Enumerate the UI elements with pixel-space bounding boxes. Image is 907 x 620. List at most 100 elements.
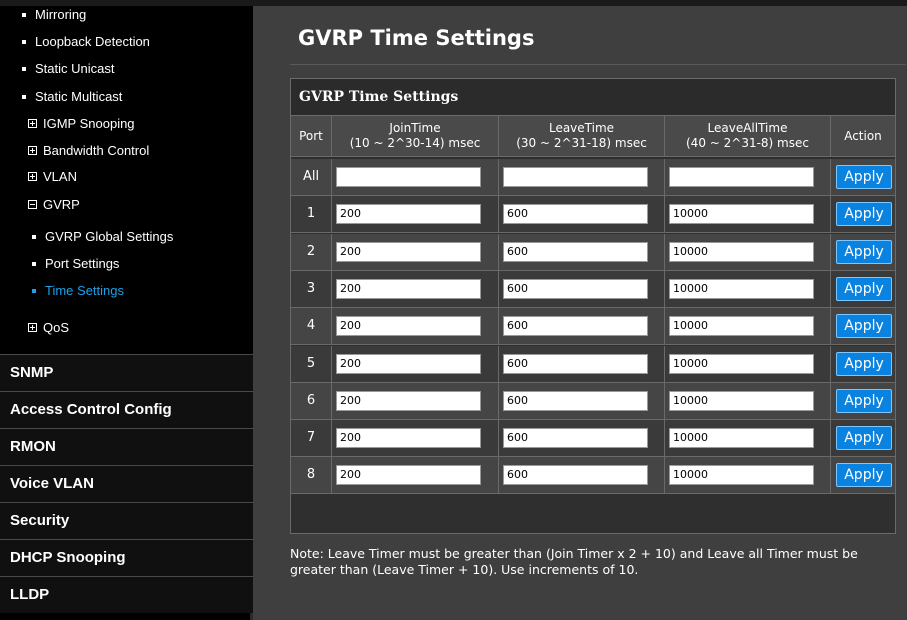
table-row: 8 200 600 10000 Apply — [291, 457, 895, 495]
header-port: Port — [291, 116, 331, 156]
sidebar-item-loopback-detection[interactable]: Loopback Detection — [22, 33, 150, 51]
sidebar-item-bandwidth-control[interactable]: Bandwidth Control — [28, 142, 149, 160]
leaveall-cell — [664, 159, 830, 195]
leave-time-input[interactable]: 600 — [503, 316, 648, 337]
join-time-input[interactable]: 200 — [336, 278, 481, 299]
leave-cell: 600 — [498, 420, 664, 457]
table-row: 4 200 600 10000 Apply — [291, 308, 895, 346]
table-row: 2 200 600 10000 Apply — [291, 233, 895, 271]
leave-time-input[interactable]: 600 — [503, 465, 648, 486]
sidebar-item-static-multicast[interactable]: Static Multicast — [22, 88, 122, 106]
action-cell: Apply — [830, 196, 895, 233]
page-title: GVRP Time Settings — [298, 26, 535, 50]
leaveall-time-input[interactable]: 10000 — [669, 241, 814, 262]
leave-time-input[interactable]: 600 — [503, 390, 648, 411]
leave-time-input[interactable]: 600 — [503, 428, 648, 449]
leave-time-input[interactable]: 600 — [503, 278, 648, 299]
sidebar-item-static-unicast[interactable]: Static Unicast — [22, 60, 114, 78]
sidebar-item-label: Mirroring — [35, 7, 87, 22]
port-cell: 4 — [306, 318, 316, 334]
sidebar-category-access-control-config[interactable]: Access Control Config — [0, 391, 253, 428]
leaveall-time-input[interactable]: 10000 — [669, 316, 814, 337]
sidebar-item-label: Loopback Detection — [35, 34, 150, 49]
header-port-label: Port — [299, 128, 323, 143]
leaveall-cell: 10000 — [664, 345, 830, 382]
sidebar-item-label: VLAN — [43, 169, 77, 184]
bullet-icon — [32, 288, 36, 293]
join-cell: 200 — [331, 196, 498, 233]
sidebar-category-security[interactable]: Security — [0, 502, 253, 539]
apply-button[interactable]: Apply — [836, 388, 892, 413]
sidebar-item-time-settings[interactable]: Time Settings — [32, 282, 124, 300]
leaveall-time-input[interactable]: 10000 — [669, 390, 814, 411]
port-cell: 2 — [306, 243, 316, 259]
sidebar-category-voice-vlan[interactable]: Voice VLAN — [0, 465, 253, 502]
apply-button[interactable]: Apply — [836, 239, 892, 264]
expand-icon — [28, 172, 37, 182]
sidebar-item-igmp-snooping[interactable]: IGMP Snooping — [28, 115, 135, 133]
app-root: Mirroring Loopback Detection Static Unic… — [0, 0, 907, 620]
leaveall-time-input[interactable]: 10000 — [669, 428, 814, 449]
sidebar-item-qos[interactable]: QoS — [28, 319, 69, 337]
apply-button[interactable]: Apply — [836, 314, 892, 339]
sidebar-item-vlan[interactable]: VLAN — [28, 168, 77, 186]
apply-button[interactable]: Apply — [836, 276, 892, 301]
apply-button[interactable]: Apply — [836, 351, 892, 376]
bullet-icon — [22, 66, 26, 71]
join-time-input[interactable]: 200 — [336, 204, 481, 225]
leave-cell: 600 — [498, 382, 664, 419]
sidebar-item-gvrp-global-settings[interactable]: GVRP Global Settings — [32, 228, 173, 246]
sidebar-subnav: Mirroring Loopback Detection Static Unic… — [0, 6, 253, 354]
header-leaveall-time: LeaveAllTime (40 ~ 2^31-8) msec — [664, 116, 830, 156]
sidebar-category-rmon[interactable]: RMON — [0, 428, 253, 465]
sidebar-category-dhcp-snooping[interactable]: DHCP Snooping — [0, 539, 253, 576]
gvrp-time-panel: GVRP Time Settings Port JoinTime (10 ~ 2^… — [290, 78, 896, 534]
sidebar-item-label: Static Unicast — [35, 61, 115, 76]
collapse-icon — [28, 200, 37, 210]
panel-title: GVRP Time Settings — [291, 79, 895, 115]
header-leave-label: LeaveTime — [548, 121, 615, 135]
sidebar-item-label: Static Multicast — [35, 89, 123, 104]
sidebar-item-mirroring[interactable]: Mirroring — [22, 6, 86, 24]
leave-time-input[interactable] — [503, 167, 648, 187]
leaveall-time-input[interactable] — [669, 167, 814, 187]
apply-button[interactable]: Apply — [836, 202, 892, 227]
leaveall-time-input[interactable]: 10000 — [669, 465, 814, 486]
apply-button[interactable]: Apply — [836, 463, 892, 488]
join-cell: 200 — [331, 457, 498, 494]
join-time-input[interactable]: 200 — [336, 465, 481, 486]
table-row: 3 200 600 10000 Apply — [291, 270, 895, 308]
leave-time-input[interactable]: 600 — [503, 353, 648, 374]
main-content: GVRP Time Settings GVRP Time Settings Po… — [256, 6, 907, 620]
sidebar-item-port-settings[interactable]: Port Settings — [32, 255, 119, 273]
join-time-input[interactable]: 200 — [336, 428, 481, 449]
join-time-input[interactable]: 200 — [336, 390, 481, 411]
sidebar-category-snmp[interactable]: SNMP — [0, 354, 253, 391]
join-time-input[interactable]: 200 — [336, 241, 481, 262]
sidebar-category-lldp[interactable]: LLDP — [0, 576, 253, 613]
join-time-input[interactable] — [336, 167, 481, 187]
apply-button[interactable]: Apply — [836, 426, 892, 451]
leaveall-time-input[interactable]: 10000 — [669, 278, 814, 299]
note-text: Note: Leave Timer must be greater than (… — [290, 546, 858, 577]
leaveall-time-input[interactable]: 10000 — [669, 353, 814, 374]
port-cell: 6 — [306, 392, 316, 408]
apply-button[interactable]: Apply — [836, 165, 892, 189]
leave-time-input[interactable]: 600 — [503, 241, 648, 262]
leaveall-time-input[interactable]: 10000 — [669, 204, 814, 225]
join-cell: 200 — [331, 345, 498, 382]
table-row: All Apply — [291, 159, 895, 196]
header-leaveall-label: LeaveAllTime — [707, 121, 788, 135]
action-cell: Apply — [830, 308, 895, 345]
join-cell: 200 — [331, 270, 498, 307]
header-leave-range: (30 ~ 2^31-18) msec — [516, 136, 647, 150]
join-cell: 200 — [331, 233, 498, 270]
sidebar-item-gvrp[interactable]: GVRP — [28, 196, 80, 214]
leave-cell: 600 — [498, 270, 664, 307]
expand-icon — [28, 146, 37, 156]
bullet-icon — [22, 12, 26, 17]
leaveall-cell: 10000 — [664, 196, 830, 233]
join-time-input[interactable]: 200 — [336, 316, 481, 337]
join-time-input[interactable]: 200 — [336, 353, 481, 374]
leave-time-input[interactable]: 600 — [503, 204, 648, 225]
